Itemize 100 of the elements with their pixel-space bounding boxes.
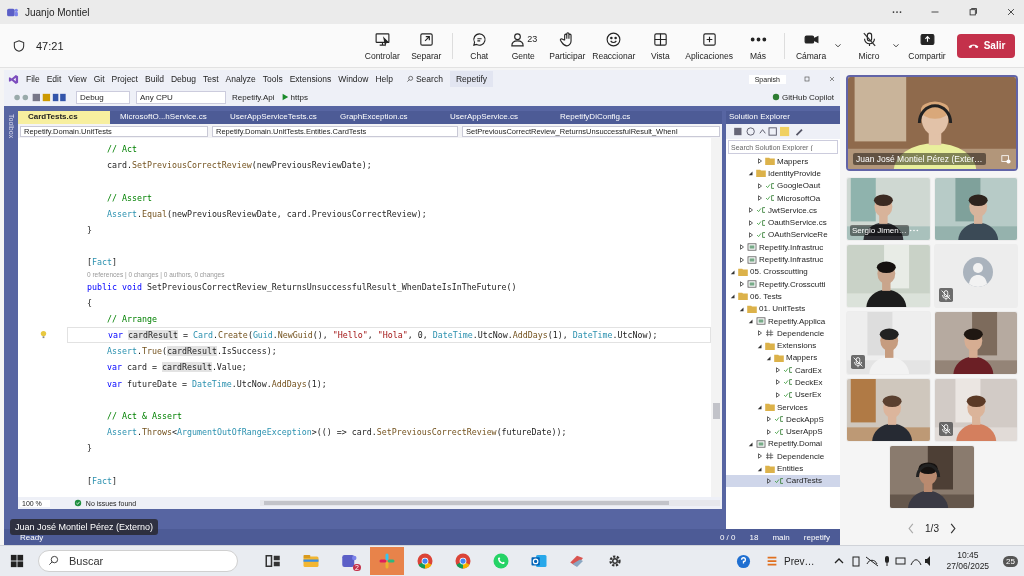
tree-item[interactable]: IdentityProvide [726, 167, 840, 180]
more-button[interactable]: Más [736, 27, 780, 64]
share-button[interactable]: Compartir [905, 27, 949, 64]
collapsed-icon[interactable] [757, 182, 763, 189]
collapsed-icon[interactable] [739, 256, 745, 263]
tree-item[interactable]: GoogleOaut [726, 179, 840, 192]
start-button[interactable] [10, 554, 24, 568]
file-tab[interactable]: MicrosoftO...hService.cs [110, 111, 220, 124]
vertical-scrollbar[interactable] [711, 138, 722, 497]
file-tab[interactable]: UserAppServiceTests.cs [220, 111, 330, 124]
file-tab[interactable]: GraphException.cs [330, 111, 440, 124]
expanded-icon[interactable] [748, 170, 754, 177]
tree-item[interactable]: Services [726, 400, 840, 414]
run-button[interactable]: https [280, 92, 308, 102]
tree-item[interactable]: JwtService.cs [726, 204, 840, 217]
video-tile[interactable]: Juan José Montiel Pérez (Exter… [846, 75, 1018, 171]
menu-item[interactable]: File [26, 74, 40, 84]
expanded-icon[interactable] [766, 354, 772, 361]
tree-item[interactable]: Repetify.Applica [726, 314, 840, 328]
tree-item[interactable]: MicrosoftOa [726, 191, 840, 205]
collapsed-icon[interactable] [766, 477, 772, 484]
search-button[interactable]: Search [405, 74, 443, 84]
collapsed-icon[interactable] [766, 428, 772, 435]
horizontal-scrollbar[interactable] [259, 500, 720, 506]
collapsed-icon[interactable] [757, 330, 763, 337]
branch-button[interactable]: main [772, 532, 790, 542]
errors-status[interactable]: 0 / 0 [719, 532, 736, 542]
tree-item[interactable]: UserEx [726, 388, 840, 401]
help-icon[interactable] [736, 553, 751, 569]
menu-item[interactable]: Extensions [289, 74, 332, 84]
system-tray-icons-drawing[interactable] [832, 554, 933, 568]
menu-item[interactable]: Edit [46, 74, 62, 84]
leave-button[interactable]: Salir [957, 33, 1015, 58]
pin-icon[interactable] [1001, 154, 1011, 164]
control-button[interactable]: Controlar [360, 27, 405, 64]
file-tab[interactable]: UserAppService.cs [440, 111, 550, 124]
participant-tile[interactable] [933, 244, 1018, 308]
hand-button[interactable]: Participar [545, 27, 590, 64]
collapsed-icon[interactable] [748, 219, 754, 226]
menu-item[interactable]: Project [111, 74, 138, 84]
tree-item[interactable]: Dependencie [726, 450, 840, 463]
expanded-icon[interactable] [748, 440, 754, 447]
tree-item[interactable]: 05. Crosscutting [726, 265, 840, 278]
collapsed-icon[interactable] [775, 379, 781, 386]
close-icon[interactable] [828, 75, 836, 83]
file-tab[interactable]: RepetifyDiConfig.cs [550, 111, 660, 124]
menu-item[interactable]: Build [145, 74, 164, 84]
tree-item[interactable]: Repetify.Domai [726, 437, 840, 451]
tree-item[interactable]: CardTests [726, 474, 840, 487]
mic-button[interactable]: Micro [847, 27, 891, 64]
expanded-icon[interactable] [757, 465, 763, 472]
menu-item[interactable]: Help [375, 74, 393, 84]
people-button[interactable]: 23 Gente [501, 27, 546, 64]
platform-dropdown[interactable]: Any CPU [136, 90, 226, 104]
collapsed-icon[interactable] [757, 195, 763, 202]
expanded-icon[interactable] [739, 305, 745, 312]
collapsed-icon[interactable] [757, 453, 763, 460]
tree-item[interactable]: Repetify.Infrastruc [726, 253, 840, 266]
menu-item[interactable]: Git [93, 74, 105, 84]
expanded-icon[interactable] [730, 268, 736, 275]
taskbar-app-button[interactable]: Prev… [765, 554, 815, 568]
tree-item[interactable]: CardEx [726, 364, 840, 377]
collapsed-icon[interactable] [775, 391, 781, 398]
menu-item[interactable]: View [68, 74, 87, 84]
collapsed-icon[interactable] [748, 207, 754, 214]
apps-button[interactable]: Aplicaciones [682, 27, 736, 64]
search-field[interactable]: Buscar [38, 550, 238, 572]
edits-status[interactable]: 18 [749, 532, 759, 542]
startup-project-button[interactable]: Repetify.Api [232, 92, 275, 102]
restore-icon[interactable] [966, 5, 980, 19]
expanded-icon[interactable] [748, 318, 754, 324]
collapsed-icon[interactable] [748, 231, 754, 238]
menu-item[interactable]: Window [338, 74, 369, 84]
tree-item[interactable]: DeckAppS [726, 413, 840, 426]
expanded-icon[interactable] [757, 342, 763, 349]
collapsed-icon[interactable] [766, 416, 772, 423]
tree-item[interactable]: Entities [726, 462, 840, 475]
react-button[interactable]: Reaccionar [589, 27, 639, 64]
collapsed-icon[interactable] [739, 281, 745, 288]
repository-button[interactable]: repetify [803, 532, 830, 542]
tree-item[interactable]: Mappers [726, 155, 840, 168]
camera-button[interactable]: Cámara [789, 27, 833, 64]
menu-item[interactable]: Debug [170, 74, 196, 84]
tree-item[interactable]: Mappers [726, 351, 840, 365]
tree-item[interactable]: Extensions [726, 339, 840, 352]
tree-item[interactable]: 06. Tests [726, 290, 840, 303]
menu-item[interactable]: Analyze [225, 74, 256, 84]
expanded-icon[interactable] [757, 404, 763, 411]
tree-item[interactable]: 01. UnitTests [726, 302, 840, 315]
tree-item[interactable]: Repetify.Crosscutti [726, 277, 840, 291]
chat-button[interactable]: Chat [457, 27, 502, 64]
tree-item[interactable]: Dependencie [726, 327, 840, 340]
tree-item[interactable]: OAuthServiceRe [726, 228, 840, 242]
copilot-button[interactable]: GitHub Copilot [771, 92, 834, 102]
tree-item[interactable]: UserAppS [726, 425, 840, 438]
file-tab[interactable]: CardTests.cs [18, 111, 110, 124]
collapsed-icon[interactable] [739, 244, 745, 251]
collapsed-icon[interactable] [757, 158, 763, 165]
tree-item[interactable]: OauthService.cs [726, 216, 840, 229]
tree-item[interactable]: DeckEx [726, 376, 840, 389]
